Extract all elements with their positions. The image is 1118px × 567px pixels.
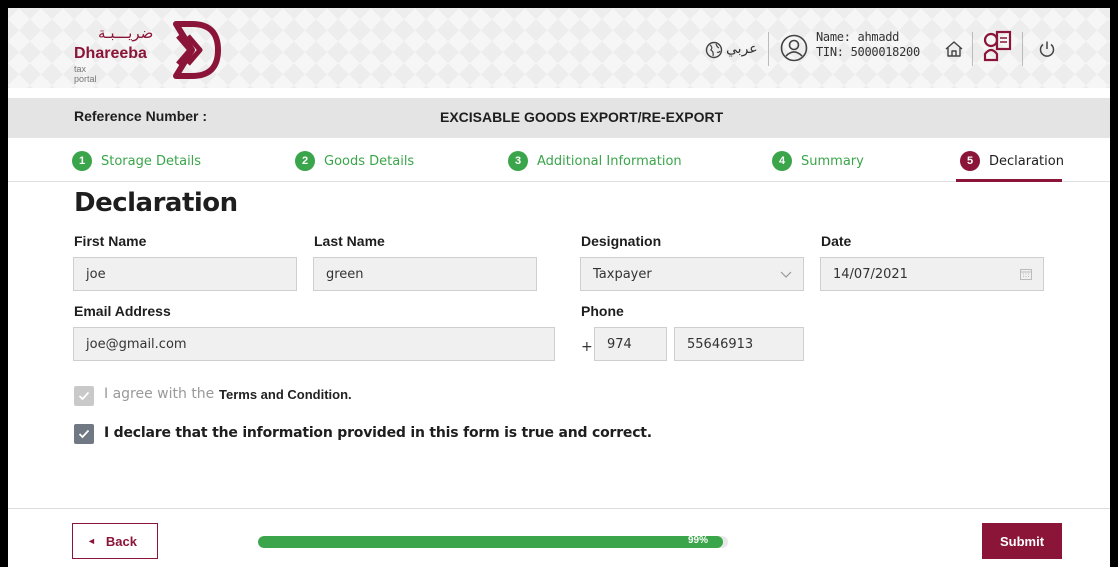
designation-label: Designation xyxy=(581,233,662,249)
last-name-label: Last Name xyxy=(314,233,385,249)
step-additional-information[interactable]: 3 Additional Information xyxy=(508,148,682,174)
logo-arabic-text: ضريـــبـة xyxy=(98,24,154,42)
date-label: Date xyxy=(821,233,852,249)
step-number: 2 xyxy=(295,151,315,171)
step-number: 3 xyxy=(508,151,528,171)
phone-number-value: 55646913 xyxy=(687,336,754,352)
user-tin: TIN: 5000018200 xyxy=(816,45,920,59)
progress-bar xyxy=(258,536,728,548)
step-label: Goods Details xyxy=(324,153,415,169)
globe-icon[interactable] xyxy=(705,41,723,59)
section-title: Declaration xyxy=(74,188,238,218)
logo-name: Dhareeba xyxy=(74,45,147,62)
app-header: ضريـــبـة Dhareeba tax portal عربي Name:… xyxy=(8,8,1110,88)
first-name-label: First Name xyxy=(74,233,147,249)
phone-label: Phone xyxy=(581,303,624,319)
date-field[interactable]: 14/07/2021 xyxy=(820,257,1044,291)
last-name-value: green xyxy=(326,266,364,282)
step-label: Storage Details xyxy=(101,153,202,169)
date-value: 14/07/2021 xyxy=(833,266,908,282)
terms-label: I agree with the xyxy=(104,386,215,402)
terms-checkbox[interactable] xyxy=(74,386,94,406)
submit-button[interactable]: Submit xyxy=(982,523,1062,559)
step-goods-details[interactable]: 2 Goods Details xyxy=(295,148,414,174)
help-book-icon[interactable] xyxy=(982,30,1014,64)
active-step-indicator xyxy=(956,179,1062,182)
phone-code-value: 974 xyxy=(607,336,632,352)
dhareeba-mark-icon xyxy=(173,21,221,79)
checkmark-icon xyxy=(78,429,90,439)
phone-number-field[interactable]: 55646913 xyxy=(674,327,804,361)
header-divider xyxy=(1022,32,1023,66)
email-label: Email Address xyxy=(74,303,171,319)
back-button[interactable]: ◄ Back xyxy=(72,523,158,559)
step-declaration[interactable]: 5 Declaration xyxy=(960,148,1064,174)
designation-value: Taxpayer xyxy=(593,266,652,282)
user-name: Name: ahmadd xyxy=(816,30,900,44)
calendar-icon[interactable] xyxy=(1019,267,1033,281)
page: ضريـــبـة Dhareeba tax portal عربي Name:… xyxy=(8,8,1110,567)
last-name-field[interactable]: green xyxy=(313,257,537,291)
step-summary[interactable]: 4 Summary xyxy=(772,148,864,174)
home-icon[interactable] xyxy=(944,40,964,58)
step-storage-details[interactable]: 1 Storage Details xyxy=(72,148,201,174)
first-name-field[interactable]: joe xyxy=(73,257,297,291)
declaration-label: I declare that the information provided … xyxy=(104,425,652,441)
language-toggle[interactable]: عربي xyxy=(726,41,758,57)
form-title-bar: Reference Number : EXCISABLE GOODS EXPOR… xyxy=(8,98,1110,138)
checkmark-icon xyxy=(78,391,90,401)
email-field[interactable]: joe@gmail.com xyxy=(73,327,555,361)
progress-fill xyxy=(258,536,724,548)
header-divider xyxy=(972,32,973,66)
phone-country-code-field[interactable]: 974 xyxy=(594,327,667,361)
wizard-steps: 1 Storage Details 2 Goods Details 3 Addi… xyxy=(8,138,1110,182)
phone-plus-sign: + xyxy=(581,339,593,355)
reference-number-label: Reference Number : xyxy=(74,108,208,124)
declaration-checkbox[interactable] xyxy=(74,424,94,444)
step-number: 5 xyxy=(960,151,980,171)
terms-link[interactable]: Terms and Condition. xyxy=(219,387,352,402)
user-icon[interactable] xyxy=(780,34,808,62)
email-value: joe@gmail.com xyxy=(86,336,187,352)
step-label: Additional Information xyxy=(537,153,682,169)
step-number: 4 xyxy=(772,151,792,171)
chevron-down-icon xyxy=(780,271,792,278)
back-arrow-icon: ◄ xyxy=(87,536,96,546)
back-button-label: Back xyxy=(105,533,137,549)
submit-button-label: Submit xyxy=(999,533,1045,549)
logo-subtitle: tax portal xyxy=(74,64,97,84)
header-divider xyxy=(768,32,769,66)
designation-select[interactable]: Taxpayer xyxy=(580,257,804,291)
first-name-value: joe xyxy=(86,266,106,282)
footer-divider xyxy=(8,508,1110,509)
step-label: Summary xyxy=(801,153,864,169)
progress-text: 99% xyxy=(688,535,709,546)
step-label: Declaration xyxy=(989,153,1064,169)
step-number: 1 xyxy=(72,151,92,171)
form-title: EXCISABLE GOODS EXPORT/RE-EXPORT xyxy=(440,109,724,125)
power-icon[interactable] xyxy=(1038,40,1056,58)
